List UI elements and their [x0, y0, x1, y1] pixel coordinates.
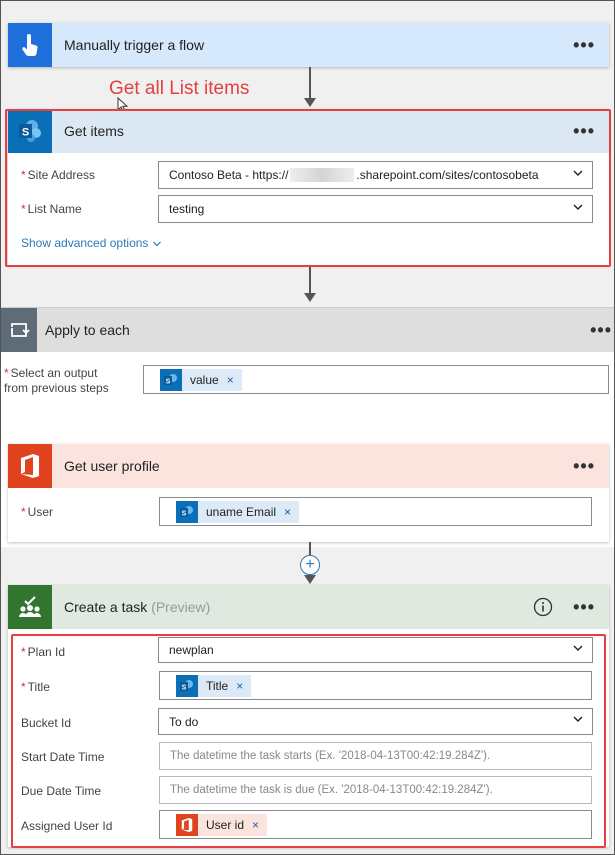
svg-text:S: S — [182, 510, 187, 517]
value-token[interactable]: S value × — [160, 368, 242, 391]
flow-canvas: Manually trigger a flow ••• Get all List… — [0, 0, 615, 855]
show-advanced-options-link[interactable]: Show advanced options — [21, 236, 162, 250]
annotation-text: Get all List items — [109, 78, 250, 99]
start-date-time-label: Start Date Time — [21, 750, 105, 764]
user-id-token[interactable]: User id × — [176, 813, 268, 836]
sharepoint-icon: S — [8, 109, 52, 153]
trigger-card[interactable]: Manually trigger a flow ••• — [8, 23, 609, 67]
apply-to-each-menu-button[interactable]: ••• — [576, 321, 614, 339]
value-token-label: value — [190, 372, 219, 387]
select-output-label: * Select an output from previous steps — [4, 366, 109, 395]
title-label: * Title — [21, 680, 50, 694]
trigger-menu-button[interactable]: ••• — [559, 36, 609, 54]
connector-arrow-head-3 — [304, 575, 316, 584]
due-date-time-placeholder: The datetime the task is due (Ex. '2018-… — [170, 784, 493, 796]
create-task-title: Create a task (Preview) — [64, 599, 211, 615]
required-mark: * — [4, 366, 9, 380]
uname-email-token[interactable]: S uname Email × — [176, 500, 300, 523]
remove-token-button[interactable]: × — [252, 818, 259, 832]
office-icon — [176, 813, 198, 836]
user-field[interactable]: S uname Email × — [159, 497, 592, 526]
list-name-dropdown[interactable]: testing — [158, 195, 593, 223]
chevron-down-icon[interactable] — [572, 642, 584, 657]
connector-arrow-1 — [309, 67, 311, 99]
due-date-time-label: Due Date Time — [21, 784, 102, 798]
user-label: * User — [21, 505, 54, 519]
create-task-menu-button[interactable]: ••• — [559, 598, 609, 616]
due-date-time-field[interactable]: The datetime the task is due (Ex. '2018-… — [159, 776, 592, 804]
site-address-suffix: .sharepoint.com/sites/contosobeta — [356, 168, 539, 182]
select-output-field[interactable]: S value × — [143, 365, 609, 394]
office-icon — [8, 444, 52, 488]
info-icon[interactable] — [533, 597, 553, 617]
add-step-button[interactable]: + — [300, 555, 320, 575]
trigger-title: Manually trigger a flow — [64, 37, 205, 53]
title-token[interactable]: S Title × — [176, 674, 252, 697]
svg-text:S: S — [22, 127, 29, 139]
connector-arrow-2 — [309, 267, 311, 294]
connector-arrow-head-1 — [304, 98, 316, 107]
bucket-id-label: Bucket Id — [21, 716, 72, 730]
plan-id-value: newplan — [169, 643, 214, 657]
get-user-profile-header[interactable]: Get user profile ••• — [8, 444, 609, 488]
user-id-token-label: User id — [206, 817, 245, 832]
assigned-user-id-label: Assigned User Id — [21, 819, 113, 833]
plan-id-label: * Plan Id — [21, 645, 66, 659]
start-date-time-field[interactable]: The datetime the task starts (Ex. '2018-… — [159, 742, 592, 770]
loop-icon — [1, 308, 37, 352]
remove-token-button[interactable]: × — [236, 679, 243, 693]
sharepoint-icon: S — [176, 500, 198, 523]
list-name-value: testing — [169, 202, 205, 216]
remove-token-button[interactable]: × — [227, 373, 234, 387]
sharepoint-icon: S — [160, 368, 182, 391]
get-user-profile-card[interactable]: Get user profile ••• * User S uname Email… — [8, 444, 609, 542]
uname-email-token-label: uname Email — [206, 504, 277, 519]
trigger-header[interactable]: Manually trigger a flow ••• — [8, 23, 609, 67]
remove-token-button[interactable]: × — [284, 505, 291, 519]
list-name-label: * List Name — [21, 202, 82, 216]
chevron-down-icon — [152, 241, 161, 247]
get-items-title: Get items — [64, 123, 124, 139]
connector-line-3 — [309, 542, 311, 556]
sharepoint-icon: S — [176, 674, 198, 697]
apply-to-each-title: Apply to each — [45, 322, 130, 338]
touch-icon — [8, 23, 52, 67]
get-items-header[interactable]: S Get items ••• — [8, 109, 609, 153]
plus-icon: + — [305, 556, 315, 573]
connector-arrow-head-2 — [304, 293, 316, 302]
required-mark: * — [21, 645, 26, 659]
chevron-down-icon[interactable] — [572, 201, 584, 216]
create-task-card[interactable]: Create a task (Preview) ••• * Plan Id new… — [8, 585, 609, 847]
start-date-time-placeholder: The datetime the task starts (Ex. '2018-… — [170, 750, 491, 762]
create-task-header[interactable]: Create a task (Preview) ••• — [8, 585, 609, 629]
get-items-menu-button[interactable]: ••• — [559, 122, 609, 140]
get-user-profile-menu-button[interactable]: ••• — [559, 457, 609, 475]
apply-to-each-header[interactable]: Apply to each ••• — [1, 308, 614, 352]
svg-text:S: S — [166, 378, 171, 385]
planner-icon — [8, 585, 52, 629]
title-token-label: Title — [206, 678, 229, 693]
get-user-profile-title: Get user profile — [64, 458, 160, 474]
assigned-user-id-field[interactable]: User id × — [159, 810, 592, 839]
get-items-card[interactable]: S Get items ••• * Site Address Contoso Be… — [8, 109, 609, 265]
svg-text:S: S — [182, 684, 187, 691]
bucket-id-value: To do — [169, 714, 199, 729]
title-field[interactable]: S Title × — [159, 671, 592, 700]
site-address-label: * Site Address — [21, 168, 96, 182]
site-address-prefix: Contoso Beta - https:// — [169, 168, 289, 182]
required-mark: * — [21, 505, 26, 519]
preview-badge: (Preview) — [151, 599, 211, 615]
bucket-id-dropdown[interactable]: To do — [158, 708, 593, 735]
required-mark: * — [21, 202, 26, 216]
required-mark: * — [21, 680, 26, 694]
chevron-down-icon[interactable] — [572, 167, 584, 182]
required-mark: * — [21, 168, 26, 182]
redacted-tenant — [290, 168, 355, 182]
site-address-dropdown[interactable]: Contoso Beta - https:// .sharepoint.com/… — [158, 161, 593, 189]
plan-id-dropdown[interactable]: newplan — [158, 637, 593, 663]
chevron-down-icon[interactable] — [572, 713, 584, 728]
